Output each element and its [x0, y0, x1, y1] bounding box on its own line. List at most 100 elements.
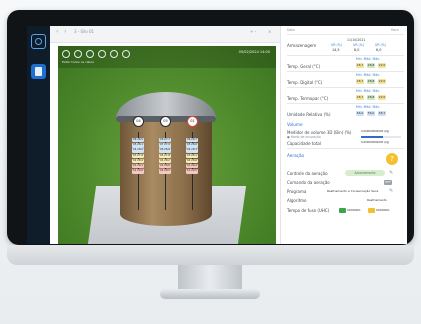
status-dot — [339, 208, 346, 213]
avg-value: 56,0 — [367, 111, 375, 116]
program-label: Programa — [287, 189, 307, 194]
tab-silo-01[interactable]: 3 - Silo 01 — [74, 29, 94, 34]
cable-node-05[interactable]: 05 — [160, 116, 171, 127]
divider — [287, 87, 404, 88]
sensor-reading[interactable]: 01 29.2 — [186, 164, 198, 169]
settings-icon[interactable] — [98, 50, 106, 58]
temp-label: Temp. Digital (°C) — [287, 80, 323, 85]
max-value: 29,5 — [378, 79, 386, 84]
sensor-reading[interactable]: 03 28.1 — [186, 153, 198, 158]
arm-val-2: 8,0 — [354, 48, 360, 52]
status-dot-yellow — [368, 208, 375, 213]
sensor-reading[interactable]: 01 29.1 — [132, 164, 144, 169]
aeration-control-status[interactable]: Acionamento — [345, 170, 385, 176]
uhc-label: Tempo de fuso (UHC) — [287, 208, 330, 213]
sensor-reading[interactable]: 06 28.5 — [132, 138, 144, 143]
divider — [287, 34, 404, 35]
zoom-in-icon[interactable] — [74, 50, 82, 58]
monitor-stand-neck — [178, 265, 242, 289]
humidity-label: Umidade Relativa (%) — [287, 112, 331, 117]
sensor-reading[interactable]: S1 29.5 — [186, 169, 198, 174]
minmax-labels: Min. Méd. Máx. — [356, 105, 381, 109]
capacity-value: 0,000000000000 (kg) — [361, 141, 390, 144]
warning-icon: ? — [386, 153, 398, 165]
algorithm-label: Algoritmo — [287, 198, 307, 203]
cable-node-01[interactable]: 01 — [187, 116, 198, 127]
sensor-reading[interactable]: 03 27.9 — [132, 153, 144, 158]
document-icon[interactable] — [31, 64, 46, 79]
zoom-out-icon[interactable] — [86, 50, 94, 58]
capacity-label: Capacidade total — [287, 141, 321, 146]
close-icon[interactable]: × — [268, 29, 271, 34]
minmax-labels: Min. Méd. Máx. — [356, 89, 381, 93]
arm-col-3: UR (%) — [375, 43, 387, 47]
sensor-reading[interactable]: 02 28.5 — [159, 169, 171, 174]
max-value: 29,5 — [378, 95, 386, 100]
temp-label: Temp. Termopar (°C) — [287, 96, 329, 101]
edit-icon[interactable]: ✎ — [389, 170, 393, 176]
refresh-icon[interactable] — [122, 50, 130, 58]
monitor-stand-base — [160, 289, 260, 299]
volume-section-title: Volume — [287, 122, 303, 127]
silo-3d-view[interactable]: Exibir todos os cabos 05/02/2024 14:00 0… — [58, 46, 276, 244]
sensor-reading[interactable]: 03 28.6 — [159, 164, 171, 169]
sensor-reading[interactable]: 05 28.0 — [186, 143, 198, 148]
sensor-reading[interactable]: 06 28.7 — [186, 138, 198, 143]
min-value: 56,0 — [356, 111, 364, 116]
tab-bar: ‹ › 3 - Silo 01 + - × — [50, 26, 280, 43]
aeration-command-label: Comando da aeração — [287, 180, 330, 185]
viewer-timestamp: 05/02/2024 14:00 — [238, 50, 270, 54]
sensor-reading[interactable]: 04 28.2 — [159, 158, 171, 164]
min-value: 28,7 — [356, 63, 364, 68]
viewer-toolbar: Exibir todos os cabos 05/02/2024 14:00 — [58, 46, 276, 68]
reset-view-icon[interactable] — [110, 50, 118, 58]
back-icon[interactable]: ‹ — [56, 28, 58, 35]
show-cables-toggle[interactable]: Exibir todos os cabos — [62, 60, 94, 64]
avg-value: 28,8 — [367, 95, 375, 100]
sensor-reading[interactable]: 05 28.1 — [132, 143, 144, 148]
edit-icon[interactable]: ✎ — [389, 188, 393, 194]
sensor-reading[interactable]: S1 29.0 — [132, 169, 144, 174]
screen: ‹ › 3 - Silo 01 + - × Exibir todos os ca… — [27, 26, 407, 244]
uhc-value-2: 0000000 — [376, 208, 390, 212]
sensor-reading[interactable]: 06 28.6 — [159, 148, 171, 153]
uhc-value-1: 0000000 — [347, 208, 361, 212]
arm-val-3: 6,0 — [376, 48, 382, 52]
sensor-reading[interactable]: 07 27.9 — [159, 143, 171, 148]
menu-circle-icon[interactable] — [31, 34, 46, 49]
arm-val-1: 14,5 — [332, 48, 340, 52]
side-rail — [27, 26, 50, 244]
arm-col-2: UR (%) — [353, 43, 365, 47]
forward-icon[interactable]: › — [64, 28, 66, 35]
sensor-reading[interactable]: 08 27.7 — [159, 138, 171, 143]
min-value: 28,7 — [356, 79, 364, 84]
minmax-labels: Min. Méd. Máx. — [356, 57, 381, 61]
temp-label: Temp. Geral (°C) — [287, 64, 321, 69]
arm-col-1: UR (%) — [331, 43, 343, 47]
aeration-command-toggle[interactable]: OFF — [384, 180, 392, 185]
algorithm-value: Resfriamento — [367, 198, 388, 202]
date-header: Data — [287, 28, 295, 32]
divider — [287, 71, 404, 72]
time-header: Hora — [391, 28, 399, 32]
aeration-section-title: Aeração — [287, 153, 305, 158]
sensor-reading[interactable]: 04 28.3 — [186, 148, 198, 153]
sensor-reading[interactable]: 02 28.6 — [186, 158, 198, 164]
min-value: 28,7 — [356, 95, 364, 100]
avg-value: 28,8 — [367, 63, 375, 68]
sensor-reading[interactable]: 05 27.8 — [159, 153, 171, 158]
sensor-reading[interactable]: 02 28.4 — [132, 158, 144, 164]
max-value: 58,7 — [378, 111, 386, 116]
program-value: Resfriamento e Conservação Seca — [327, 189, 379, 193]
aeration-control-label: Controle da aeração — [287, 171, 328, 176]
zoom-controls[interactable]: + - — [250, 29, 256, 34]
theme-icon[interactable] — [62, 50, 70, 58]
divider — [287, 55, 404, 56]
left-pane: ‹ › 3 - Silo 01 + - × Exibir todos os ca… — [50, 26, 280, 244]
cable-node-04[interactable]: 04 — [133, 116, 144, 127]
avg-value: 28,8 — [367, 79, 375, 84]
sensor-reading[interactable]: 04 28.0 — [132, 148, 144, 153]
divider — [287, 103, 404, 104]
max-value: 29,5 — [378, 63, 386, 68]
monitor-chin — [7, 245, 414, 265]
